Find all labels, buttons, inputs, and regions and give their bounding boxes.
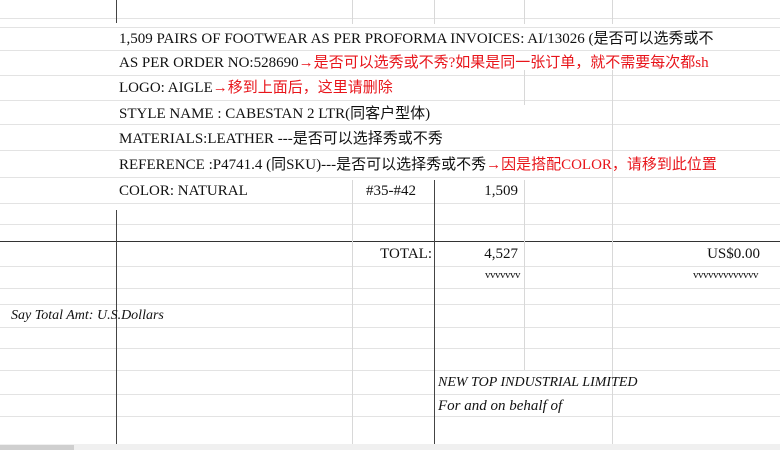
description-line-4[interactable]: STYLE NAME : CABESTAN 2 LTR(同客户型体) xyxy=(119,103,430,125)
column-border xyxy=(116,0,117,23)
signature-company[interactable]: NEW TOP INDUSTRIAL LIMITED xyxy=(438,372,638,394)
gridline xyxy=(0,327,780,328)
gridline xyxy=(0,203,780,204)
description-text: 1,509 PAIRS OF FOOTWEAR AS PER PROFORMA … xyxy=(119,31,714,47)
signature-behalf[interactable]: For and on behalf of xyxy=(438,395,562,417)
say-total-amount[interactable]: Say Total Amt: U.S.Dollars xyxy=(11,305,164,327)
description-line-1[interactable]: 1,509 PAIRS OF FOOTWEAR AS PER PROFORMA … xyxy=(119,28,714,50)
quantity-cell[interactable]: 1,509 xyxy=(440,180,518,202)
size-range-cell[interactable]: #35-#42 xyxy=(366,180,416,202)
description-text: LOGO: AIGLE xyxy=(119,80,213,96)
description-text: COLOR: NATURAL xyxy=(119,183,248,199)
total-quantity[interactable]: 4,527 xyxy=(440,243,518,265)
column-border xyxy=(116,210,117,444)
description-line-7[interactable]: COLOR: NATURAL xyxy=(119,180,248,202)
gridline xyxy=(0,150,780,151)
description-text: STYLE NAME : CABESTAN 2 LTR(同客户型体) xyxy=(119,106,431,122)
description-text: MATERIALS:LEATHER ---是否可以选择秀或不秀 xyxy=(119,131,443,147)
annotation-note: →移到上面后，这里请删除 xyxy=(212,80,393,96)
description-line-3[interactable]: LOGO: AIGLE→移到上面后，这里请删除 xyxy=(119,77,393,99)
gridline xyxy=(0,394,780,395)
gridline xyxy=(0,370,780,371)
gridline xyxy=(0,100,780,101)
spreadsheet-grid: 1,509 PAIRS OF FOOTWEAR AS PER PROFORMA … xyxy=(0,0,780,450)
column-border xyxy=(524,70,525,105)
total-label[interactable]: TOTAL: xyxy=(340,243,432,265)
annotation-note: →因是搭配COLOR，请移到此位置 xyxy=(486,157,717,173)
gridline xyxy=(0,18,780,19)
column-border xyxy=(352,180,353,444)
description-text: REFERENCE :P4741.4 (同SKU)---是否可以选择秀或不秀 xyxy=(119,157,487,173)
description-text: AS PER ORDER NO:528690 xyxy=(119,55,299,71)
column-border xyxy=(524,0,525,24)
amount-underline-mark: vvvvvvvvvvvvv xyxy=(693,269,759,281)
description-line-5[interactable]: MATERIALS:LEATHER ---是否可以选择秀或不秀 xyxy=(119,128,443,150)
gridline xyxy=(0,50,780,51)
column-border xyxy=(434,180,435,444)
gridline xyxy=(0,177,780,178)
column-border xyxy=(524,180,525,370)
total-rule xyxy=(0,241,780,242)
gridline xyxy=(0,75,780,76)
description-line-6[interactable]: REFERENCE :P4741.4 (同SKU)---是否可以选择秀或不秀→因… xyxy=(119,154,717,176)
gridline xyxy=(0,348,780,349)
column-border xyxy=(612,0,613,24)
gridline xyxy=(0,288,780,289)
gridline xyxy=(0,224,780,225)
total-amount[interactable]: US$0.00 xyxy=(620,243,760,265)
column-border xyxy=(434,0,435,24)
horizontal-scrollbar[interactable] xyxy=(0,444,780,450)
scrollbar-thumb[interactable] xyxy=(0,445,74,450)
description-line-2[interactable]: AS PER ORDER NO:528690→是否可以选秀或不秀?如果是同一张订… xyxy=(119,52,709,74)
annotation-note: →是否可以选秀或不秀?如果是同一张订单，就不需要每次都sh xyxy=(298,55,709,71)
gridline xyxy=(0,416,780,417)
quantity-underline-mark: vvvvvvv xyxy=(485,269,521,281)
column-border xyxy=(352,0,353,24)
